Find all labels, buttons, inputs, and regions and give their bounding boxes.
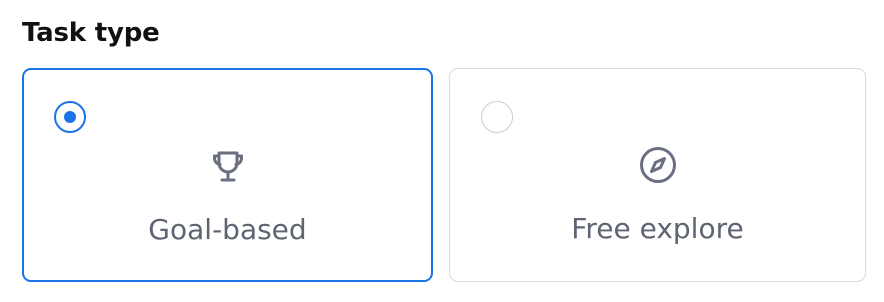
option-card-free-explore[interactable]: Free explore bbox=[449, 68, 866, 282]
radio-goal-based[interactable] bbox=[54, 101, 86, 133]
trophy-icon bbox=[206, 144, 250, 188]
radio-selected-dot bbox=[64, 111, 76, 123]
radio-free-explore[interactable] bbox=[481, 101, 513, 133]
compass-icon bbox=[636, 143, 680, 187]
option-card-goal-based[interactable]: Goal-based bbox=[22, 68, 433, 282]
task-type-title: Task type bbox=[22, 18, 160, 48]
option-label-goal-based: Goal-based bbox=[148, 213, 307, 246]
option-label-free-explore: Free explore bbox=[571, 212, 744, 245]
